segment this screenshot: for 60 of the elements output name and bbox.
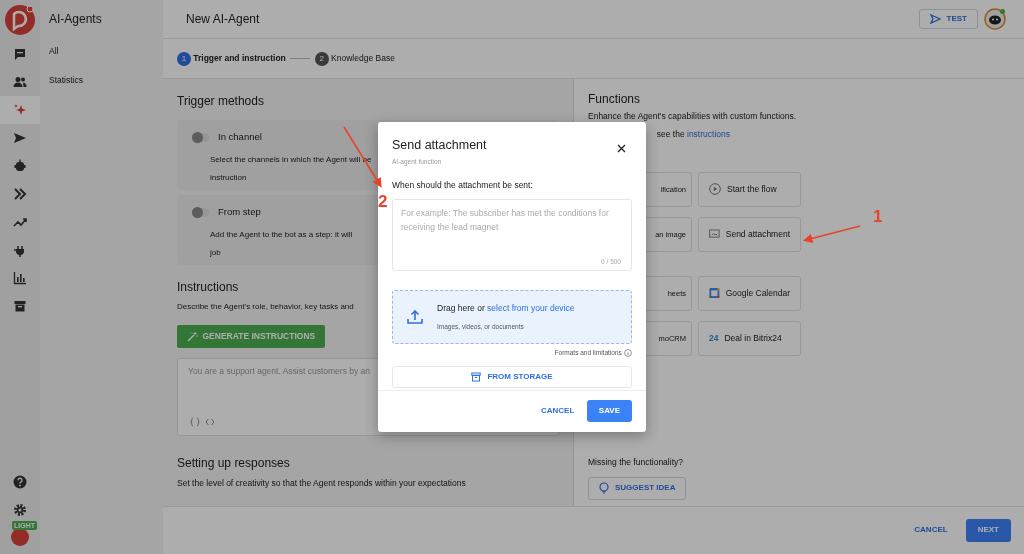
help-text: see the instructions xyxy=(656,129,730,140)
option-description: Add the Agent to the bot as a step: it will xyxy=(210,228,353,241)
section-title: AI-Agents xyxy=(49,11,103,28)
lightbulb-icon xyxy=(599,482,609,495)
sparkle-icon[interactable] xyxy=(0,96,40,124)
instructions-link[interactable]: instructions xyxy=(687,129,730,140)
section-description: Enhance the Agent's capabilities with custom functions. xyxy=(588,110,797,124)
annotation-number: 1 xyxy=(873,208,883,225)
page-title: New AI-Agent xyxy=(186,11,260,29)
option-description: job xyxy=(210,246,221,259)
function-tile[interactable]: Start the flow xyxy=(698,171,801,207)
step-number: 1 xyxy=(177,51,191,66)
sidebar-item[interactable]: Statistics xyxy=(49,73,154,87)
function-tile[interactable]: Google Calendar xyxy=(698,275,801,311)
play-icon xyxy=(709,183,721,196)
test-button[interactable]: TEST xyxy=(918,9,978,30)
step-label[interactable]: Knowledge Base xyxy=(331,52,395,66)
toggle-switch[interactable] xyxy=(193,207,209,217)
section-title: Functions xyxy=(588,91,642,107)
step-label[interactable]: Trigger and instruction xyxy=(193,52,286,66)
help-icon[interactable] xyxy=(13,475,27,489)
field-label: When should the attachment be sent: xyxy=(392,178,534,192)
select-file-link[interactable]: select from your device xyxy=(487,303,575,314)
annotation-number: 2 xyxy=(378,193,388,210)
code-icon[interactable] xyxy=(204,416,215,427)
toggle-switch[interactable] xyxy=(193,132,209,142)
magic-wand-icon xyxy=(187,330,198,342)
suggest-idea-button[interactable]: SUGGEST IDEA xyxy=(588,476,687,500)
function-tile[interactable]: Send attachment xyxy=(698,216,801,252)
logo-icon xyxy=(4,4,36,36)
curly-braces-icon[interactable] xyxy=(190,416,200,427)
next-button[interactable]: NEXT xyxy=(965,518,1011,542)
close-icon[interactable] xyxy=(617,144,626,153)
section-description: Describe the Agent's role, behavior, key tasks and xyxy=(177,300,354,313)
modal-title: Send attachment xyxy=(392,137,487,154)
send-icon xyxy=(929,14,941,25)
function-tile[interactable]: 24 Deal in Bitrix24 xyxy=(698,320,801,356)
section-title: Trigger methods xyxy=(177,93,265,109)
help-text: Missing the functionality? xyxy=(588,455,684,469)
settings-icon[interactable] xyxy=(13,503,27,517)
option-description: instruction xyxy=(210,171,247,184)
step-number: 2 xyxy=(314,51,329,66)
section-title: Setting up responses xyxy=(177,455,291,471)
option-label: In channel xyxy=(218,130,262,145)
bot-avatar-icon[interactable] xyxy=(984,8,1006,31)
cancel-button[interactable]: CANCEL xyxy=(906,520,956,541)
section-title: Instructions xyxy=(177,280,240,295)
bitrix-logo: 24 xyxy=(709,331,719,345)
user-avatar[interactable] xyxy=(11,528,29,546)
from-storage-button[interactable]: FROM STORAGE xyxy=(392,365,632,388)
dropzone-text: Drag here or select from your device xyxy=(437,302,575,315)
calendar-icon xyxy=(709,287,720,300)
message-image-icon xyxy=(709,228,720,241)
upload-icon xyxy=(407,309,423,324)
generate-button[interactable]: GENERATE INSTRUCTIONS xyxy=(177,324,326,348)
save-button[interactable]: SAVE xyxy=(586,400,632,422)
section-description: Set the level of creativity so that the Agent responds within your expectations xyxy=(177,477,467,490)
sidebar-item[interactable]: All xyxy=(49,45,154,58)
option-label: From step xyxy=(218,205,261,220)
archive-icon xyxy=(471,371,482,382)
